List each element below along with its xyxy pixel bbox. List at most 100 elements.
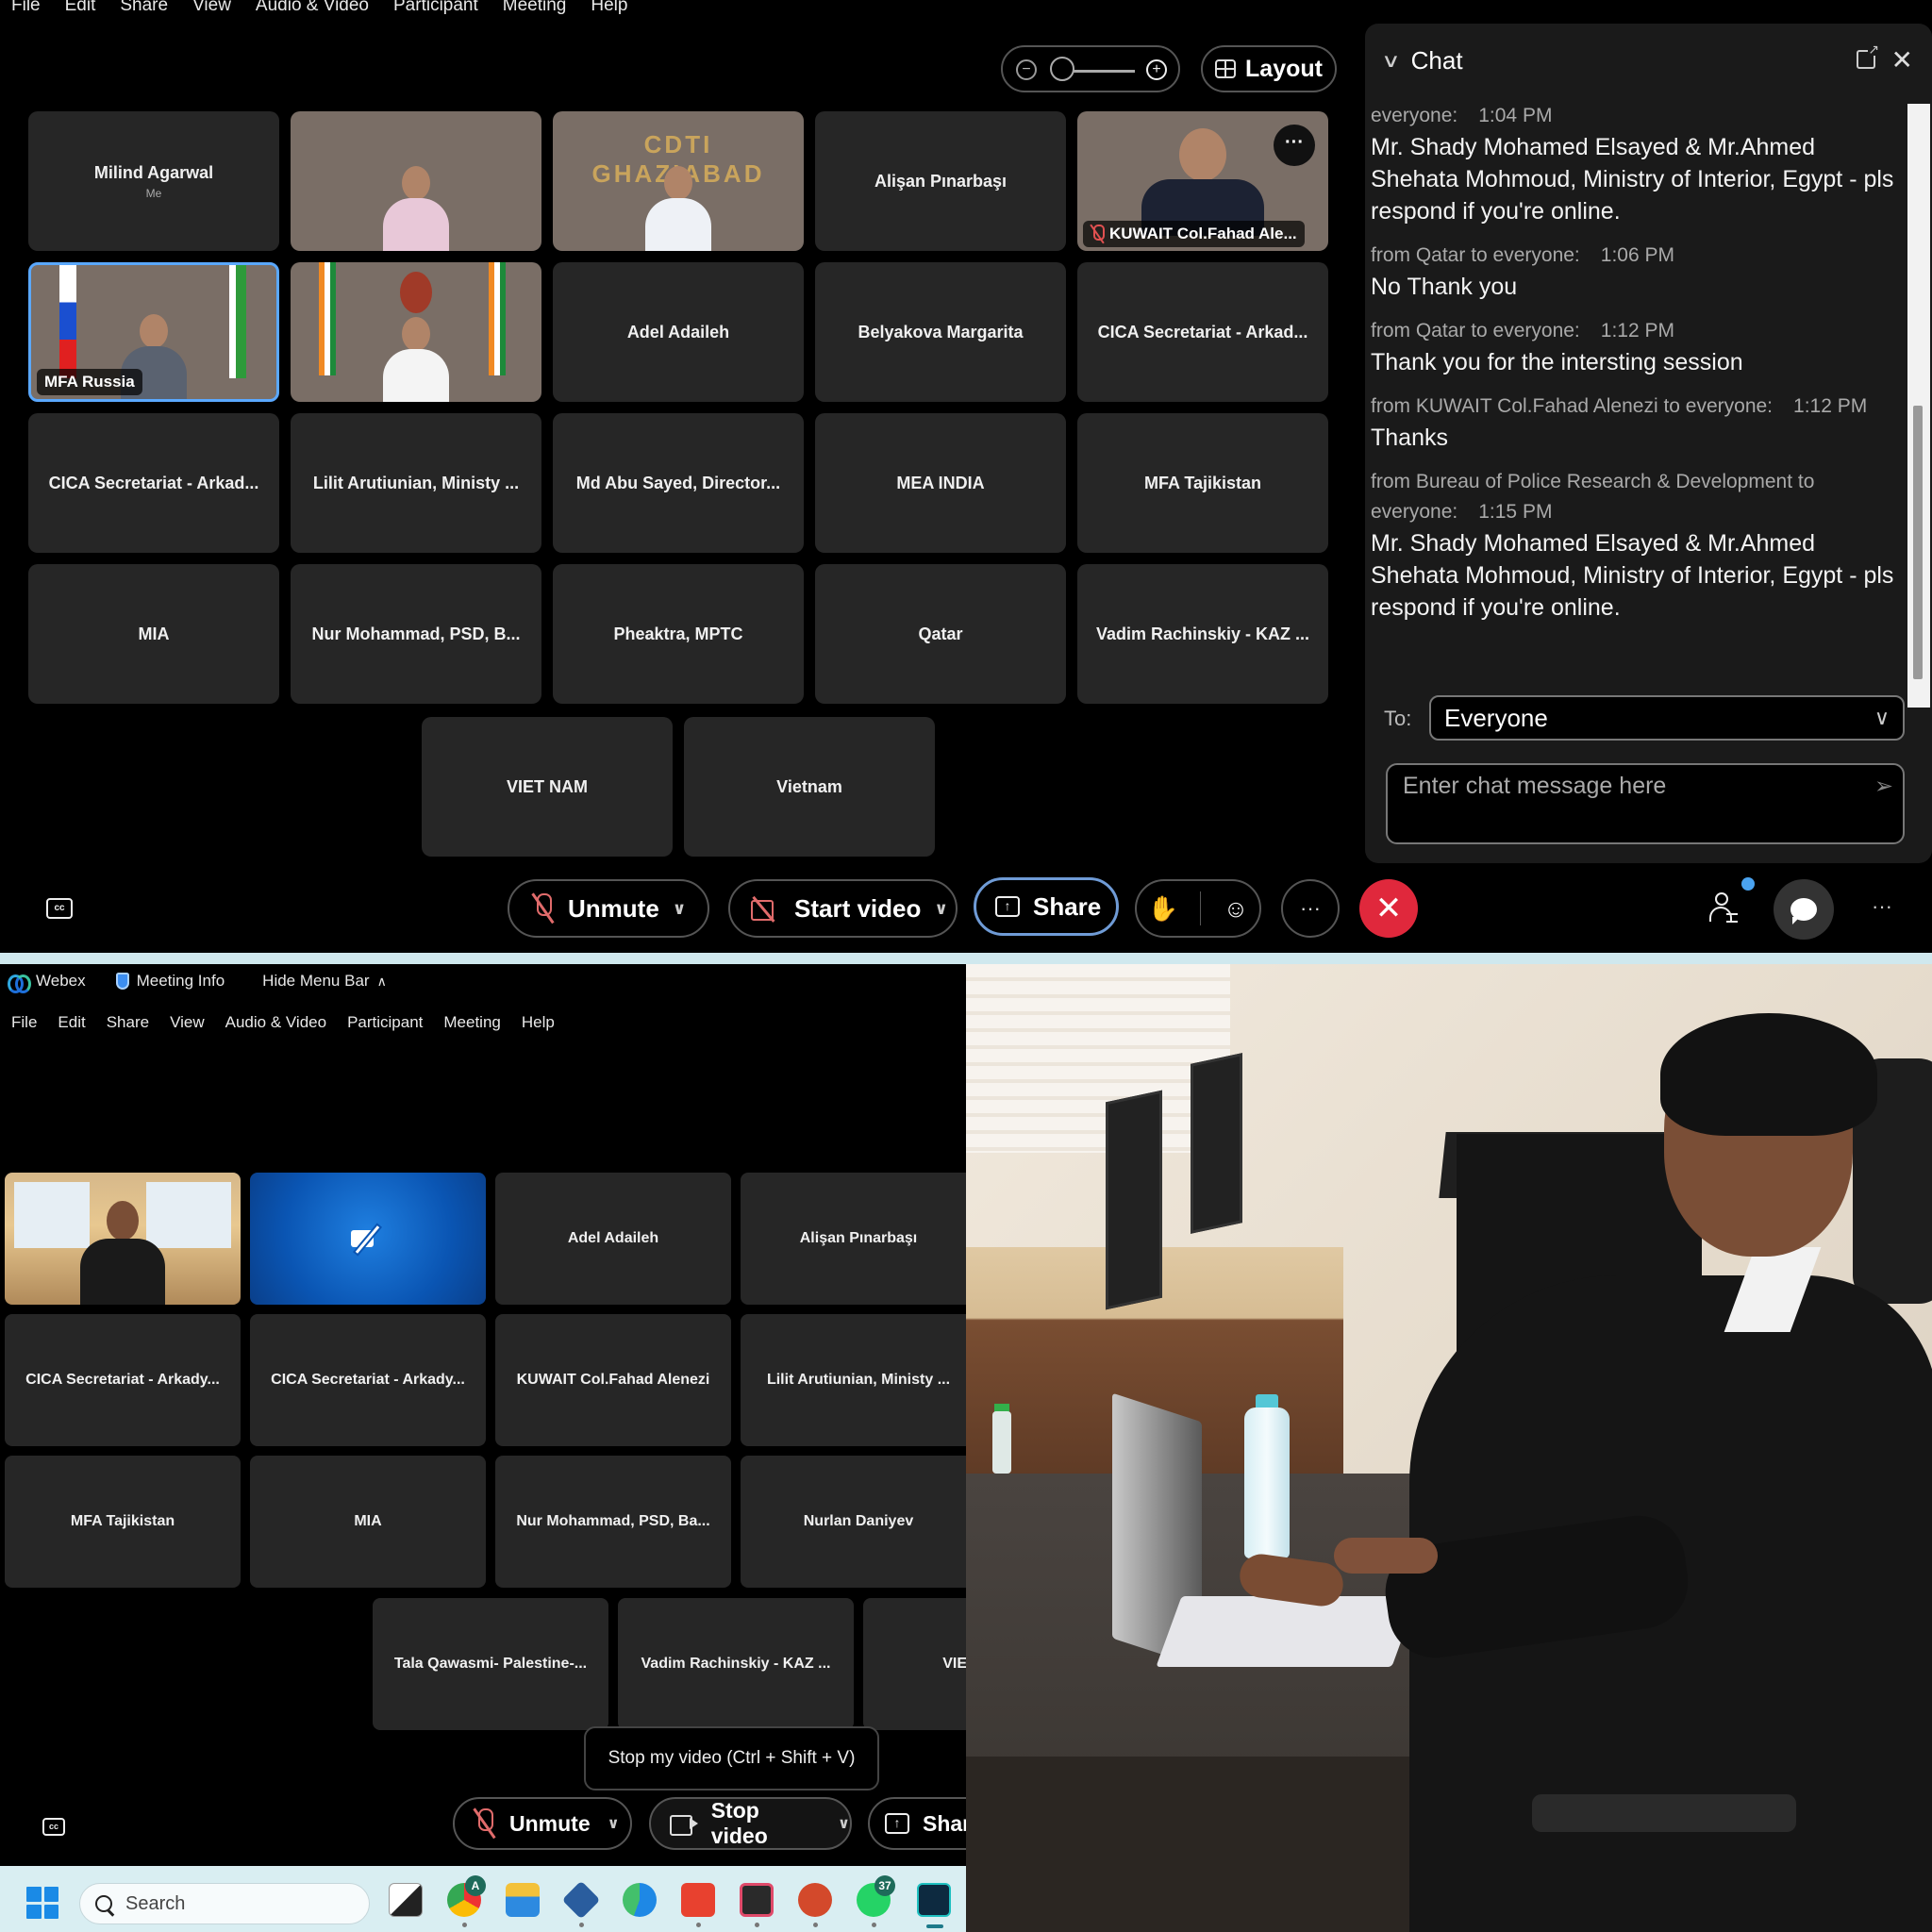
participant-video-tile[interactable] — [5, 1173, 241, 1305]
chat-message-input[interactable]: Enter chat message here ➢ — [1386, 763, 1905, 844]
menu-file[interactable]: File — [11, 0, 41, 16]
participant-tile[interactable]: MIA — [28, 564, 279, 704]
emoji-reaction-icon[interactable]: ☺ — [1224, 894, 1249, 924]
more-options-button[interactable]: ··· — [1281, 879, 1340, 938]
tile-more-options-button[interactable]: ··· — [1274, 125, 1315, 166]
start-video-button[interactable]: Start video ∨ — [728, 879, 958, 938]
anydesk-icon[interactable] — [681, 1883, 715, 1917]
participant-tile[interactable]: Md Abu Sayed, Director... — [553, 413, 804, 553]
participant-video-tile[interactable]: MFA Russia — [28, 262, 279, 402]
participant-tile[interactable]: Lilit Arutiunian, Ministy ... — [291, 413, 541, 553]
layout-button[interactable]: Layout — [1201, 45, 1337, 92]
zoom-out-icon[interactable]: − — [1016, 59, 1037, 80]
closed-captions-icon[interactable]: cc — [42, 1818, 65, 1836]
menu-participant[interactable]: Participant — [347, 1013, 423, 1032]
menu-meeting[interactable]: Meeting — [503, 0, 567, 16]
participant-tile[interactable]: CICA Secretariat - Arkady... — [250, 1314, 486, 1446]
chat-message: everyone: 1:04 PM Mr. Shady Mohamed Elsay… — [1371, 101, 1899, 227]
chevron-down-icon[interactable]: ∨ — [838, 1814, 850, 1833]
participant-video-off-tile[interactable] — [250, 1173, 486, 1305]
chevron-down-icon[interactable]: ∨ — [608, 1814, 620, 1833]
photo-monitor — [1191, 1053, 1242, 1234]
zoom-slider-handle[interactable] — [1050, 57, 1074, 81]
menu-view[interactable]: View — [170, 1013, 205, 1032]
participant-tile[interactable]: MFA Tajikistan — [1077, 413, 1328, 553]
menu-view[interactable]: View — [192, 0, 231, 16]
participant-tile[interactable]: Pheaktra, MPTC — [553, 564, 804, 704]
participant-tile[interactable]: Nur Mohammad, PSD, B... — [291, 564, 541, 704]
edge-icon[interactable] — [623, 1883, 657, 1917]
file-explorer-icon[interactable] — [506, 1883, 540, 1917]
menu-help[interactable]: Help — [591, 0, 627, 16]
menu-edit[interactable]: Edit — [58, 1013, 85, 1032]
share-button[interactable]: ↑ Shar — [868, 1797, 966, 1850]
menu-participant[interactable]: Participant — [393, 0, 478, 16]
more-apps-icon[interactable]: ··· — [1872, 894, 1892, 919]
chevron-down-icon[interactable]: ∨ — [673, 899, 687, 919]
participant-video-tile[interactable]: ··· KUWAIT Col.Fahad Ale... — [1077, 111, 1328, 251]
menu-share[interactable]: Share — [120, 0, 168, 16]
participant-video-tile[interactable] — [291, 111, 541, 251]
participant-tile[interactable]: VIET NAM — [422, 717, 673, 857]
participant-tile[interactable]: Belyakova Margarita — [815, 262, 1066, 402]
stop-video-button[interactable]: Stop video ∨ — [649, 1797, 852, 1850]
closed-captions-icon[interactable]: cc — [46, 898, 73, 919]
participant-tile[interactable]: MFA Tajikistan — [5, 1456, 241, 1588]
participant-tile[interactable]: Alişan Pınarbaşı — [815, 111, 1066, 251]
participant-tile[interactable]: CICA Secretariat - Arkady... — [5, 1314, 241, 1446]
windows-start-icon[interactable] — [26, 1887, 58, 1919]
participant-tile[interactable]: Lilit Arutiunian, Ministy ... — [741, 1314, 966, 1446]
recipient-select[interactable]: Everyone ∨ — [1429, 695, 1905, 741]
menu-help[interactable]: Help — [522, 1013, 555, 1032]
app-icon[interactable] — [740, 1883, 774, 1917]
hide-menu-bar-button[interactable]: Hide Menu Bar ∧ — [262, 972, 387, 991]
participant-name: Nur Mohammad, PSD, B... — [311, 624, 521, 643]
participant-tile[interactable]: Adel Adaileh — [553, 262, 804, 402]
participant-tile[interactable]: Nur Mohammad, PSD, Ba... — [495, 1456, 731, 1588]
menu-audio-video[interactable]: Audio & Video — [225, 1013, 326, 1032]
participant-tile[interactable]: Adel Adaileh — [495, 1173, 731, 1305]
participant-tile[interactable]: Alişan Pınarbaşı — [741, 1173, 966, 1305]
scrollbar-thumb[interactable] — [1913, 406, 1923, 679]
participant-tile[interactable]: Vadim Rachinskiy - KAZ ... — [1077, 564, 1328, 704]
unmute-button[interactable]: Unmute ∨ — [508, 879, 709, 938]
send-icon[interactable]: ➢ — [1874, 773, 1893, 800]
chat-scrollbar[interactable] — [1907, 104, 1930, 708]
participant-tile[interactable]: Vadim Rachinskiy - KAZ ... — [618, 1598, 854, 1730]
collapse-chevron-icon[interactable]: ∨ — [1381, 49, 1400, 73]
participant-tile[interactable]: Tala Qawasmi- Palestine-... — [373, 1598, 608, 1730]
powerpoint-icon[interactable] — [798, 1883, 832, 1917]
unmute-button[interactable]: Unmute ∨ — [453, 1797, 632, 1850]
participant-tile[interactable]: Nurlan Daniyev — [741, 1456, 966, 1588]
participant-tile[interactable]: MIA — [250, 1456, 486, 1588]
meeting-info-link[interactable]: Meeting Info — [137, 972, 225, 991]
menu-edit[interactable]: Edit — [65, 0, 96, 16]
close-chat-icon[interactable]: ✕ — [1891, 44, 1913, 75]
participant-tile[interactable]: CICA Secretariat - Arkad... — [1077, 262, 1328, 402]
end-meeting-button[interactable]: ✕ — [1359, 879, 1418, 938]
webex-taskbar-icon[interactable] — [917, 1883, 951, 1917]
participant-video-tile[interactable] — [291, 262, 541, 402]
participant-video-tile[interactable]: CDTIGHAZIABAD — [553, 111, 804, 251]
pop-out-icon[interactable] — [1857, 42, 1879, 69]
zoom-in-icon[interactable]: + — [1146, 59, 1167, 80]
participants-icon[interactable] — [1709, 892, 1743, 926]
participant-tile[interactable]: Milind Agarwal Me — [28, 111, 279, 251]
menu-audio-video[interactable]: Audio & Video — [256, 0, 369, 16]
participant-tile[interactable]: MEA INDIA — [815, 413, 1066, 553]
participant-tile[interactable]: Vietnam — [684, 717, 935, 857]
participant-tile[interactable]: VIE — [863, 1598, 966, 1730]
participant-tile[interactable]: KUWAIT Col.Fahad Alenezi — [495, 1314, 731, 1446]
raise-hand-icon[interactable]: ✋ — [1148, 894, 1178, 924]
participant-tile[interactable]: Qatar — [815, 564, 1066, 704]
virtualbox-icon[interactable] — [561, 1880, 601, 1920]
menu-file[interactable]: File — [11, 1013, 37, 1032]
share-button[interactable]: ↑ Share — [974, 877, 1119, 936]
menu-share[interactable]: Share — [107, 1013, 149, 1032]
taskbar-search[interactable]: Search — [79, 1883, 370, 1924]
chat-toggle-button[interactable] — [1774, 879, 1834, 940]
participant-tile[interactable]: CICA Secretariat - Arkad... — [28, 413, 279, 553]
chevron-down-icon[interactable]: ∨ — [934, 899, 948, 919]
task-view-icon[interactable] — [389, 1883, 423, 1917]
menu-meeting[interactable]: Meeting — [443, 1013, 500, 1032]
